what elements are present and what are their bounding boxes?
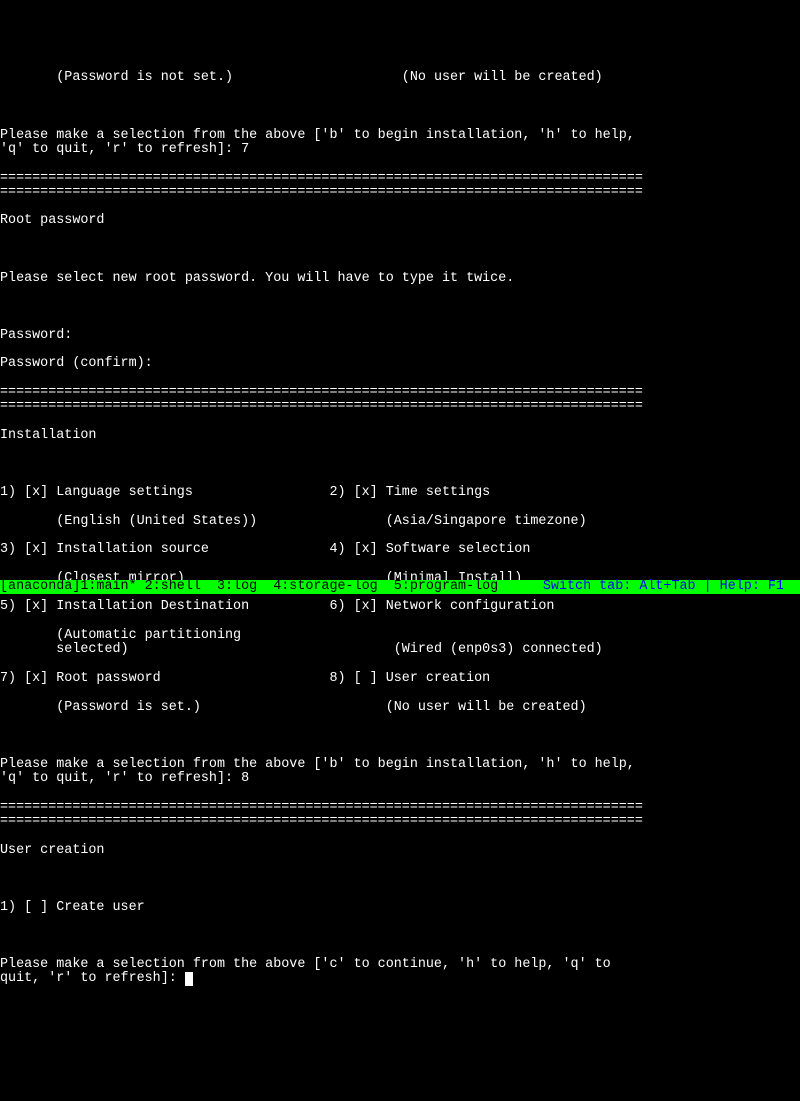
item-source[interactable]: Installation source bbox=[56, 542, 209, 557]
destination-detail: (Automatic partitioning selected) bbox=[0, 628, 241, 657]
blank-row bbox=[0, 243, 800, 257]
selection-prompt-1: Please make a selection from the above [… bbox=[0, 129, 800, 158]
install-row-1: 1) [x] Language settings 2) [x] Time set… bbox=[0, 486, 800, 500]
prompt3-text: Please make a selection from the above [… bbox=[0, 957, 611, 986]
user-creation-title: User creation bbox=[0, 844, 800, 858]
item-root-password[interactable]: Root password bbox=[56, 671, 160, 686]
create-user-option[interactable]: 1) [ ] Create user bbox=[0, 901, 800, 915]
install-detail-3: (Automatic partitioning selected) (Wired… bbox=[0, 629, 800, 658]
top-status-row: (Password is not set.) (No user will be … bbox=[0, 71, 800, 85]
separator-3: ========================================… bbox=[0, 801, 800, 830]
selection-prompt-2: Please make a selection from the above [… bbox=[0, 758, 800, 787]
root-password-title: Root password bbox=[0, 214, 800, 228]
separator-1: ========================================… bbox=[0, 172, 800, 201]
install-detail-4: (Password is set.) (No user will be crea… bbox=[0, 701, 800, 715]
item-language[interactable]: Language settings bbox=[56, 485, 193, 500]
cursor bbox=[185, 972, 193, 986]
status-bar-help: Switch tab: Alt+Tab | Help: F1 bbox=[543, 580, 800, 594]
blank-row bbox=[0, 729, 800, 743]
blank-row bbox=[0, 300, 800, 314]
item-destination[interactable]: Installation Destination bbox=[56, 599, 249, 614]
blank-row bbox=[0, 458, 800, 472]
no-user-status: (No user will be created) bbox=[402, 70, 603, 85]
password-label: Password: bbox=[0, 328, 80, 343]
item-software[interactable]: Software selection bbox=[386, 542, 531, 557]
root-password-instruction: Please select new root password. You wil… bbox=[0, 272, 800, 286]
user-creation-detail: (No user will be created) bbox=[386, 700, 587, 715]
time-detail: (Asia/Singapore timezone) bbox=[386, 514, 587, 529]
blank-row bbox=[0, 929, 800, 943]
network-detail: (Wired (enp0s3) connected) bbox=[394, 642, 603, 657]
blank-row bbox=[0, 100, 800, 114]
installation-title: Installation bbox=[0, 429, 800, 443]
install-row-2: 3) [x] Installation source 4) [x] Softwa… bbox=[0, 543, 800, 557]
selection-prompt-3[interactable]: Please make a selection from the above [… bbox=[0, 958, 800, 987]
password-confirm-label: Password (confirm): bbox=[0, 356, 161, 371]
separator-2: ========================================… bbox=[0, 386, 800, 415]
language-detail: (English (United States)) bbox=[56, 514, 257, 529]
blank-row bbox=[0, 872, 800, 886]
password-input-row[interactable]: Password: bbox=[0, 329, 800, 343]
install-detail-1: (English (United States)) (Asia/Singapor… bbox=[0, 515, 800, 529]
status-bar: [anaconda]1:main* 2:shell 3:log 4:storag… bbox=[0, 580, 800, 594]
item-time[interactable]: Time settings bbox=[386, 485, 490, 500]
root-password-detail: (Password is set.) bbox=[56, 700, 201, 715]
install-row-4: 7) [x] Root password 8) [ ] User creatio… bbox=[0, 672, 800, 686]
item-user-creation[interactable]: User creation bbox=[386, 671, 490, 686]
password-confirm-row[interactable]: Password (confirm): bbox=[0, 357, 800, 371]
status-bar-tabs[interactable]: [anaconda]1:main* 2:shell 3:log 4:storag… bbox=[0, 580, 543, 594]
password-not-set-status: (Password is not set.) bbox=[56, 70, 233, 85]
install-row-3: 5) [x] Installation Destination 6) [x] N… bbox=[0, 600, 800, 614]
terminal-output: (Password is not set.) (No user will be … bbox=[0, 57, 800, 1001]
item-network[interactable]: Network configuration bbox=[386, 599, 555, 614]
